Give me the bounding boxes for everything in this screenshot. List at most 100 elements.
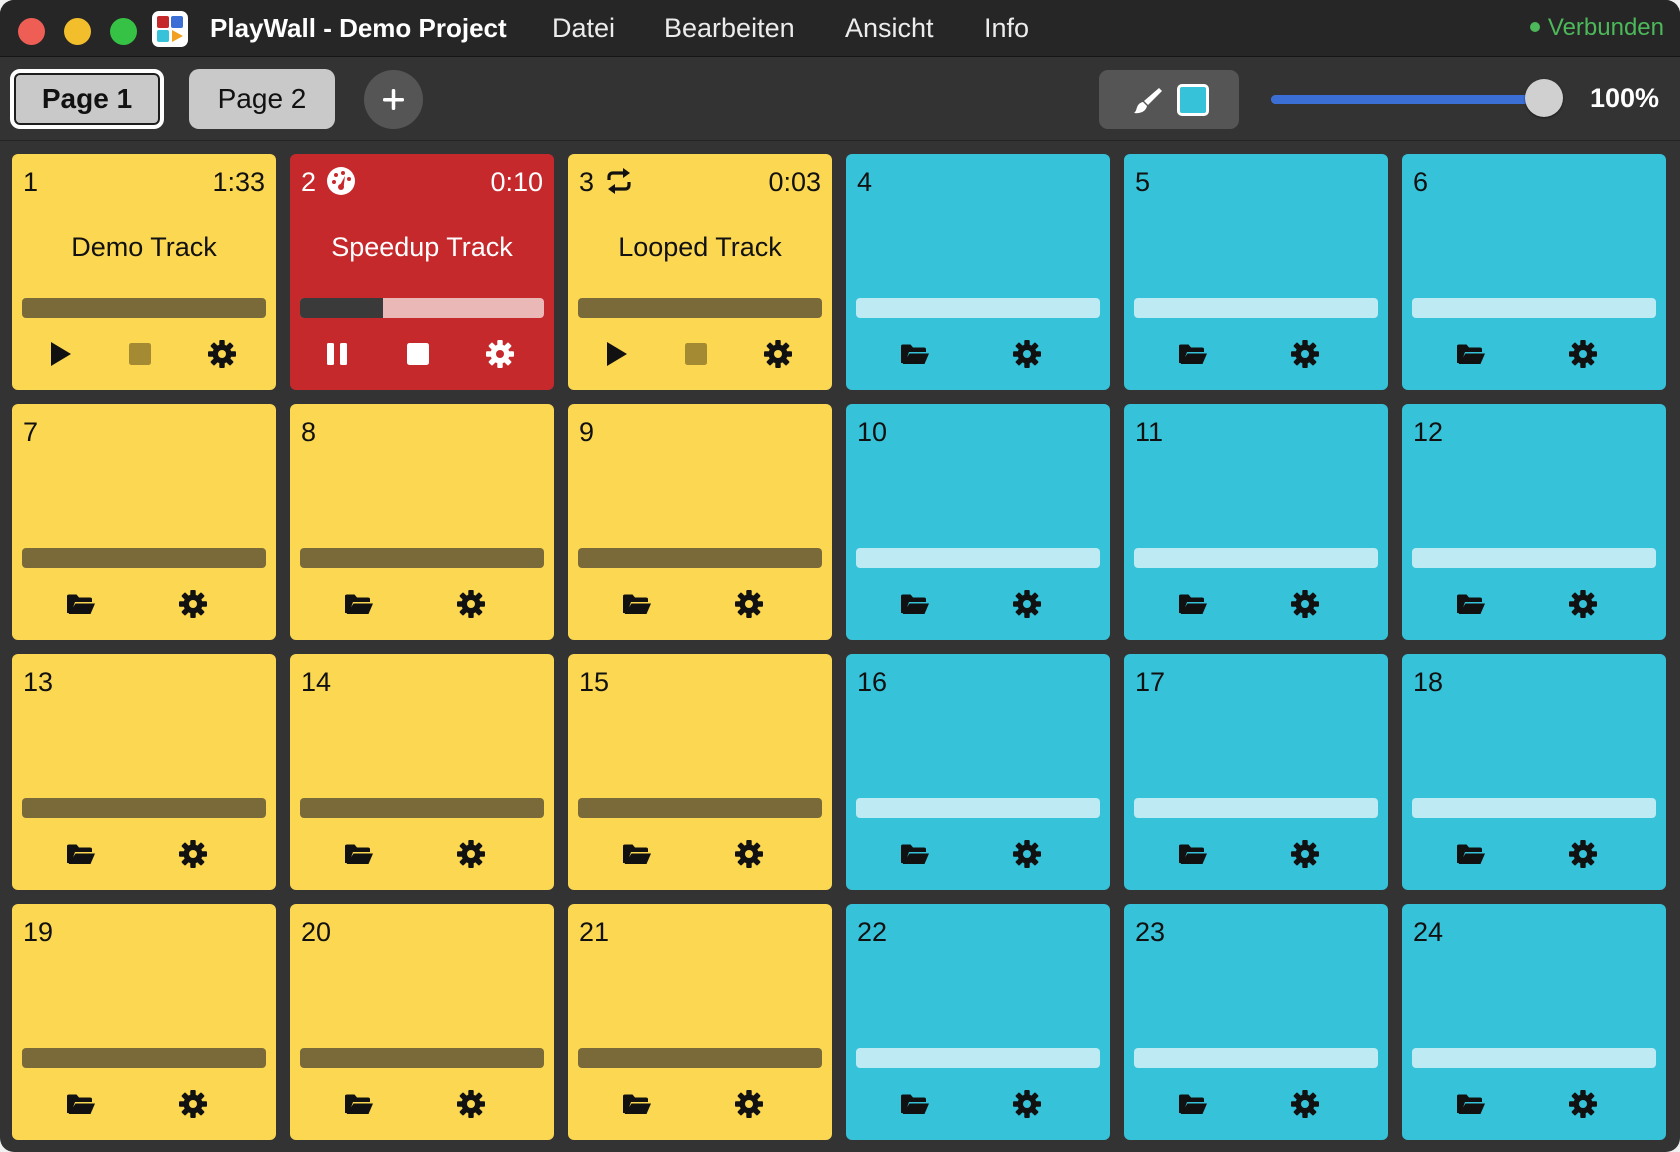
page-tab-2[interactable]: Page 2 — [189, 69, 335, 129]
open-file-button[interactable] — [1177, 589, 1207, 619]
pad-6[interactable]: 6 — [1402, 154, 1666, 390]
pad-8[interactable]: 8 — [290, 404, 554, 640]
pad-settings-button[interactable] — [763, 339, 793, 369]
open-file-button[interactable] — [899, 1089, 929, 1119]
open-file-button[interactable] — [899, 839, 929, 869]
pad-progress-bar[interactable] — [856, 548, 1100, 568]
pad-19[interactable]: 19 — [12, 904, 276, 1140]
pad-settings-button[interactable] — [734, 1089, 764, 1119]
open-file-button[interactable] — [65, 589, 95, 619]
pad-progress-bar[interactable] — [856, 1048, 1100, 1068]
stop-button[interactable] — [125, 339, 155, 369]
open-file-button[interactable] — [65, 1089, 95, 1119]
pad-settings-button[interactable] — [456, 1089, 486, 1119]
pad-settings-button[interactable] — [1568, 1089, 1598, 1119]
pad-settings-button[interactable] — [485, 339, 515, 369]
pad-24[interactable]: 24 — [1402, 904, 1666, 1140]
stop-button[interactable] — [681, 339, 711, 369]
pad-progress-bar[interactable] — [578, 1048, 822, 1068]
open-file-button[interactable] — [1177, 1089, 1207, 1119]
open-file-button[interactable] — [1455, 339, 1485, 369]
pad-23[interactable]: 23 — [1124, 904, 1388, 1140]
pad-settings-button[interactable] — [1290, 339, 1320, 369]
open-file-button[interactable] — [343, 839, 373, 869]
pad-progress-bar[interactable] — [578, 298, 822, 318]
pad-settings-button[interactable] — [1290, 1089, 1320, 1119]
pad-18[interactable]: 18 — [1402, 654, 1666, 890]
pad-settings-button[interactable] — [1290, 589, 1320, 619]
open-file-button[interactable] — [621, 589, 651, 619]
open-file-button[interactable] — [1177, 339, 1207, 369]
pad-progress-bar[interactable] — [22, 1048, 266, 1068]
pad-progress-bar[interactable] — [300, 548, 544, 568]
pad-progress-bar[interactable] — [1412, 298, 1656, 318]
pad-5[interactable]: 5 — [1124, 154, 1388, 390]
pad-1[interactable]: 1 1:33 Demo Track — [12, 154, 276, 390]
menu-info[interactable]: Info — [984, 0, 1029, 56]
close-window-button[interactable] — [18, 18, 45, 45]
pad-progress-bar[interactable] — [1412, 798, 1656, 818]
pad-settings-button[interactable] — [1568, 839, 1598, 869]
pad-progress-bar[interactable] — [300, 798, 544, 818]
zoom-slider[interactable] — [1271, 95, 1561, 104]
pad-7[interactable]: 7 — [12, 404, 276, 640]
pad-settings-button[interactable] — [734, 839, 764, 869]
pad-progress-bar[interactable] — [300, 1048, 544, 1068]
pad-progress-bar[interactable] — [300, 298, 544, 318]
page-tab-1[interactable]: Page 1 — [10, 69, 164, 129]
pad-11[interactable]: 11 — [1124, 404, 1388, 640]
stop-button[interactable] — [403, 339, 433, 369]
open-file-button[interactable] — [1455, 1089, 1485, 1119]
pause-button[interactable] — [322, 339, 352, 369]
pad-progress-bar[interactable] — [578, 548, 822, 568]
pad-22[interactable]: 22 — [846, 904, 1110, 1140]
minimize-window-button[interactable] — [64, 18, 91, 45]
pad-settings-button[interactable] — [178, 839, 208, 869]
pad-settings-button[interactable] — [456, 589, 486, 619]
pad-settings-button[interactable] — [734, 589, 764, 619]
pad-settings-button[interactable] — [1012, 1089, 1042, 1119]
pad-20[interactable]: 20 — [290, 904, 554, 1140]
zoom-window-button[interactable] — [110, 18, 137, 45]
pad-settings-button[interactable] — [178, 1089, 208, 1119]
pad-progress-bar[interactable] — [856, 798, 1100, 818]
pad-settings-button[interactable] — [1012, 339, 1042, 369]
pad-progress-bar[interactable] — [1412, 1048, 1656, 1068]
pad-4[interactable]: 4 — [846, 154, 1110, 390]
open-file-button[interactable] — [343, 1089, 373, 1119]
open-file-button[interactable] — [899, 589, 929, 619]
open-file-button[interactable] — [1455, 839, 1485, 869]
open-file-button[interactable] — [621, 839, 651, 869]
pad-3[interactable]: 3 0:03 Looped Track — [568, 154, 832, 390]
pad-settings-button[interactable] — [1012, 839, 1042, 869]
pad-progress-bar[interactable] — [1134, 1048, 1378, 1068]
open-file-button[interactable] — [621, 1089, 651, 1119]
pad-progress-bar[interactable] — [578, 798, 822, 818]
pad-16[interactable]: 16 — [846, 654, 1110, 890]
zoom-slider-handle[interactable] — [1525, 79, 1563, 117]
pad-progress-bar[interactable] — [22, 298, 266, 318]
add-page-button[interactable] — [364, 70, 423, 129]
pad-2[interactable]: 2 0:10 Speedup Track — [290, 154, 554, 390]
color-picker-button[interactable] — [1099, 70, 1239, 129]
pad-15[interactable]: 15 — [568, 654, 832, 890]
pad-13[interactable]: 13 — [12, 654, 276, 890]
pad-12[interactable]: 12 — [1402, 404, 1666, 640]
pad-17[interactable]: 17 — [1124, 654, 1388, 890]
pad-progress-bar[interactable] — [22, 548, 266, 568]
play-button[interactable] — [601, 339, 631, 369]
pad-settings-button[interactable] — [1290, 839, 1320, 869]
menu-bearbeiten[interactable]: Bearbeiten — [664, 0, 795, 56]
open-file-button[interactable] — [65, 839, 95, 869]
pad-settings-button[interactable] — [1568, 589, 1598, 619]
pad-settings-button[interactable] — [178, 589, 208, 619]
open-file-button[interactable] — [899, 339, 929, 369]
open-file-button[interactable] — [1177, 839, 1207, 869]
pad-settings-button[interactable] — [1568, 339, 1598, 369]
pad-progress-bar[interactable] — [1134, 298, 1378, 318]
pad-progress-bar[interactable] — [856, 298, 1100, 318]
pad-settings-button[interactable] — [207, 339, 237, 369]
menu-datei[interactable]: Datei — [552, 0, 615, 56]
pad-9[interactable]: 9 — [568, 404, 832, 640]
pad-10[interactable]: 10 — [846, 404, 1110, 640]
